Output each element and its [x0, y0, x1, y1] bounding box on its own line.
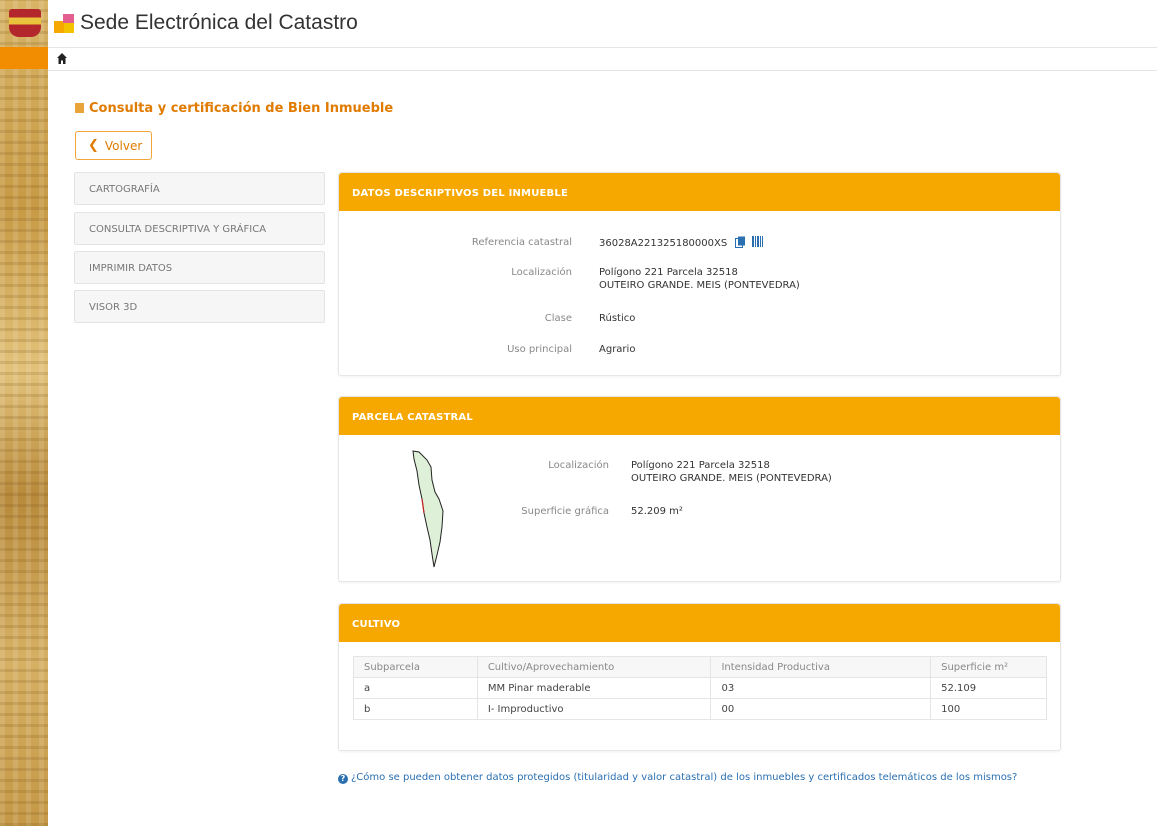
column-header: Subparcela — [353, 656, 478, 678]
column-header: Intensidad Productiva — [710, 656, 932, 678]
table-cell: a — [353, 677, 478, 699]
table-row: a MM Pinar maderable 03 52.109 — [353, 677, 1047, 699]
sidebar-item-imprimir-datos[interactable]: IMPRIMIR DATOS — [74, 251, 325, 284]
document-icon — [75, 103, 84, 113]
localizacion-label: Localización — [511, 267, 572, 278]
page-title: Consulta y certificación de Bien Inmuebl… — [75, 101, 393, 116]
uso-principal-value: Agrario — [599, 344, 636, 355]
table-cell: 00 — [710, 698, 932, 720]
superficie-grafica-label: Superficie gráfica — [521, 506, 609, 517]
protected-data-link[interactable]: ? ¿Cómo se pueden obtener datos protegido… — [338, 771, 1058, 785]
parcela-localizacion-line2: OUTEIRO GRANDE. MEIS (PONTEVEDRA) — [631, 473, 832, 484]
parcela-localizacion-line1: Polígono 221 Parcela 32518 — [631, 460, 770, 471]
parcela-panel-title: PARCELA CATASTRAL — [339, 397, 1060, 435]
left-decorative-strip — [0, 0, 48, 826]
sidebar-item-cartografia[interactable]: CARTOGRAFÍA — [74, 172, 325, 205]
parcela-panel: PARCELA CATASTRAL Localización Polígono … — [338, 396, 1061, 582]
clase-value: Rústico — [599, 313, 636, 324]
back-button[interactable]: ❮ Volver — [75, 131, 152, 160]
localizacion-line1: Polígono 221 Parcela 32518 — [599, 267, 738, 278]
info-icon: ? — [338, 774, 348, 784]
superficie-grafica-value: 52.209 m² — [631, 506, 683, 517]
back-button-label: Volver — [104, 138, 143, 153]
cultivo-table: Subparcela Cultivo/Aprovechamiento Inten… — [353, 656, 1047, 720]
table-cell: 03 — [710, 677, 932, 699]
cultivo-panel-title: CULTIVO — [339, 604, 1060, 642]
ref-catastral-value: 36028A221325180000XS — [599, 238, 728, 249]
parcela-localizacion-label: Localización — [548, 460, 609, 471]
catastro-logo-icon — [54, 13, 76, 35]
table-cell: 100 — [930, 698, 1047, 720]
ref-catastral-label: Referencia catastral — [471, 237, 572, 248]
column-header: Superficie m² — [930, 656, 1047, 678]
table-cell: MM Pinar maderable — [476, 677, 712, 699]
protected-data-link-text[interactable]: ¿Cómo se pueden obtener datos protegidos… — [351, 772, 1017, 783]
uso-principal-label: Uso principal — [507, 344, 572, 355]
page-title-text: Consulta y certificación de Bien Inmuebl… — [89, 101, 394, 116]
site-header: Sede Electrónica del Catastro — [0, 0, 1157, 47]
table-cell: b — [353, 698, 478, 720]
sidebar-item-visor-3d[interactable]: VISOR 3D — [74, 290, 325, 323]
qr-code-icon[interactable] — [752, 236, 764, 247]
copy-icon[interactable] — [735, 236, 746, 248]
table-cell: I- Improductivo — [476, 698, 712, 720]
descriptive-panel-title: DATOS DESCRIPTIVOS DEL INMUEBLE — [339, 173, 1060, 211]
cultivo-panel: CULTIVO Subparcela Cultivo/Aprovechamien… — [338, 603, 1061, 751]
table-cell: 52.109 — [930, 677, 1047, 699]
home-icon[interactable] — [57, 53, 67, 65]
coat-of-arms-logo — [9, 9, 41, 37]
strip-orange-band — [0, 47, 48, 69]
clase-label: Clase — [544, 313, 572, 324]
localizacion-line2: OUTEIRO GRANDE. MEIS (PONTEVEDRA) — [599, 280, 800, 291]
descriptive-data-panel: DATOS DESCRIPTIVOS DEL INMUEBLE Referenc… — [338, 172, 1061, 376]
navbar — [48, 47, 1157, 71]
chevron-left-icon: ❮ — [88, 138, 99, 153]
sidebar-item-consulta-descriptiva[interactable]: CONSULTA DESCRIPTIVA Y GRÁFICA — [74, 212, 325, 245]
table-row: b I- Improductivo 00 100 — [353, 698, 1047, 720]
column-header: Cultivo/Aprovechamiento — [476, 656, 712, 678]
site-title: Sede Electrónica del Catastro — [80, 11, 358, 34]
table-header-row: Subparcela Cultivo/Aprovechamiento Inten… — [353, 656, 1047, 678]
